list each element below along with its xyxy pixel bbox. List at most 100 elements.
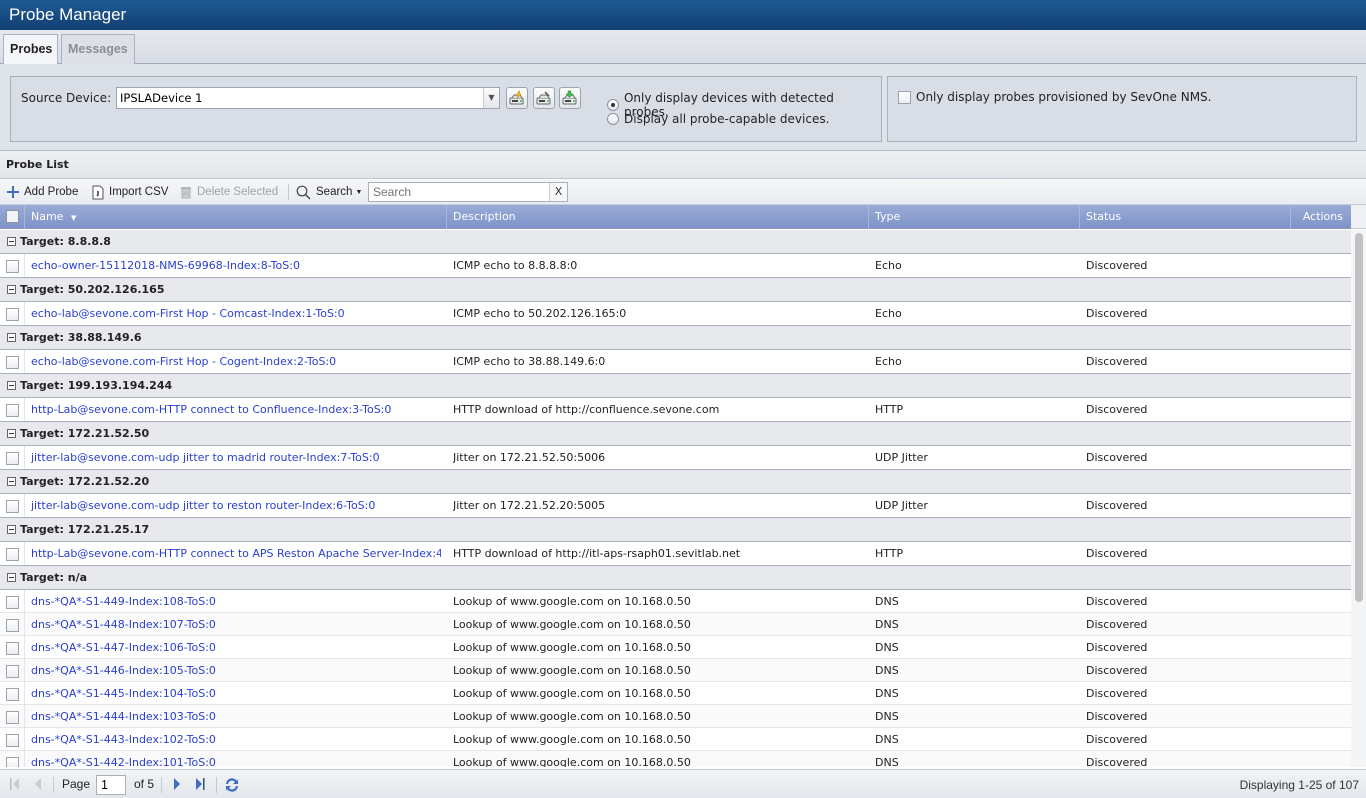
collapse-icon[interactable] — [7, 429, 16, 438]
first-page-icon[interactable] — [9, 777, 21, 791]
import-csv-button[interactable]: Import CSV — [92, 183, 168, 201]
collapse-icon[interactable] — [7, 237, 16, 246]
table-row[interactable]: echo-lab@sevone.com-First Hop - Cogent-I… — [0, 350, 1351, 374]
table-row[interactable]: dns-*QA*-S1-443-Index:102-ToS:0 Lookup of… — [0, 728, 1351, 751]
group-row[interactable]: Target: 38.88.149.6 — [0, 326, 1351, 350]
row-checkbox[interactable] — [6, 665, 19, 678]
group-row[interactable]: Target: 199.193.194.244 — [0, 374, 1351, 398]
probe-status: Discovered — [1086, 733, 1148, 746]
table-row[interactable]: http-Lab@sevone.com-HTTP connect to APS … — [0, 542, 1351, 566]
collapse-icon[interactable] — [7, 573, 16, 582]
column-header-type[interactable]: Type — [869, 205, 1080, 229]
collapse-icon[interactable] — [7, 285, 16, 294]
row-checkbox[interactable] — [6, 452, 19, 465]
search-input[interactable] — [369, 183, 549, 201]
chevron-down-icon[interactable]: ▼ — [483, 88, 499, 108]
row-checkbox[interactable] — [6, 404, 19, 417]
clear-search-button[interactable]: X — [549, 183, 567, 201]
row-checkbox[interactable] — [6, 548, 19, 561]
page-label: Page — [62, 777, 91, 791]
group-row[interactable]: Target: 8.8.8.8 — [0, 230, 1351, 254]
collapse-icon[interactable] — [7, 381, 16, 390]
probe-type: DNS — [875, 687, 899, 700]
probe-name-link[interactable]: echo-lab@sevone.com-First Hop - Cogent-I… — [31, 350, 441, 373]
table-row[interactable]: jitter-lab@sevone.com-udp jitter to madr… — [0, 446, 1351, 470]
probe-name-link[interactable]: http-Lab@sevone.com-HTTP connect to APS … — [31, 542, 441, 565]
row-checkbox[interactable] — [6, 619, 19, 632]
column-header-status[interactable]: Status — [1080, 205, 1291, 229]
probe-name-link[interactable]: dns-*QA*-S1-449-Index:108-ToS:0 — [31, 590, 441, 613]
search-menu-button[interactable]: Search ▼ — [296, 183, 362, 201]
row-checkbox[interactable] — [6, 596, 19, 609]
collapse-icon[interactable] — [7, 525, 16, 534]
column-header-actions[interactable]: Actions — [1291, 205, 1351, 229]
select-all-checkbox[interactable] — [6, 210, 19, 223]
row-checkbox[interactable] — [6, 260, 19, 273]
last-page-icon[interactable] — [194, 777, 206, 791]
probe-name-link[interactable]: dns-*QA*-S1-443-Index:102-ToS:0 — [31, 728, 441, 751]
probe-name-link[interactable]: dns-*QA*-S1-448-Index:107-ToS:0 — [31, 613, 441, 636]
scrollbar-thumb[interactable] — [1355, 233, 1363, 602]
row-checkbox[interactable] — [6, 734, 19, 747]
probe-type: DNS — [875, 710, 899, 723]
table-row[interactable]: dns-*QA*-S1-448-Index:107-ToS:0 Lookup of… — [0, 613, 1351, 636]
column-header-name[interactable]: Name ▼ — [25, 205, 447, 229]
file-import-icon — [92, 185, 104, 200]
table-row[interactable]: dns-*QA*-S1-446-Index:105-ToS:0 Lookup of… — [0, 659, 1351, 682]
table-row[interactable]: echo-lab@sevone.com-First Hop - Comcast-… — [0, 302, 1351, 326]
radio-button[interactable] — [607, 113, 619, 125]
provisioned-checkbox-row[interactable]: Only display probes provisioned by SevOn… — [898, 90, 1211, 104]
probe-name-link[interactable]: dns-*QA*-S1-447-Index:106-ToS:0 — [31, 636, 441, 659]
column-header-description[interactable]: Description — [447, 205, 869, 229]
row-checkbox[interactable] — [6, 688, 19, 701]
next-page-icon[interactable] — [172, 777, 182, 791]
tab-messages[interactable]: Messages — [61, 34, 135, 64]
discover-device-button[interactable] — [506, 87, 528, 109]
probe-name-link[interactable]: jitter-lab@sevone.com-udp jitter to madr… — [31, 446, 441, 469]
row-checkbox[interactable] — [6, 356, 19, 369]
group-row[interactable]: Target: 50.202.126.165 — [0, 278, 1351, 302]
probe-name-link[interactable]: dns-*QA*-S1-444-Index:103-ToS:0 — [31, 705, 441, 728]
row-checkbox[interactable] — [6, 500, 19, 513]
probe-name-link[interactable]: dns-*QA*-S1-445-Index:104-ToS:0 — [31, 682, 441, 705]
previous-page-icon[interactable] — [33, 777, 43, 791]
table-row[interactable]: dns-*QA*-S1-447-Index:106-ToS:0 Lookup of… — [0, 636, 1351, 659]
group-row[interactable]: Target: n/a — [0, 566, 1351, 590]
collapse-icon[interactable] — [7, 333, 16, 342]
row-checkbox[interactable] — [6, 642, 19, 655]
table-row[interactable]: dns-*QA*-S1-444-Index:103-ToS:0 Lookup of… — [0, 705, 1351, 728]
collapse-icon[interactable] — [7, 477, 16, 486]
probe-description: Lookup of www.google.com on 10.168.0.50 — [453, 641, 691, 654]
probe-name-link[interactable]: jitter-lab@sevone.com-udp jitter to rest… — [31, 494, 441, 517]
refresh-icon[interactable] — [224, 777, 240, 793]
probe-name-link[interactable]: dns-*QA*-S1-442-Index:101-ToS:0 — [31, 751, 441, 767]
vertical-scrollbar[interactable] — [1351, 230, 1366, 767]
table-row[interactable]: dns-*QA*-S1-442-Index:101-ToS:0 Lookup of… — [0, 751, 1351, 767]
source-device-input[interactable] — [117, 88, 483, 108]
table-row[interactable]: dns-*QA*-S1-449-Index:108-ToS:0 Lookup of… — [0, 590, 1351, 613]
table-row[interactable]: echo-owner-15112018-NMS-69968-Index:8-To… — [0, 254, 1351, 278]
group-row[interactable]: Target: 172.21.25.17 — [0, 518, 1351, 542]
add-probe-button[interactable]: Add Probe — [7, 183, 78, 201]
group-row[interactable]: Target: 172.21.52.50 — [0, 422, 1351, 446]
row-checkbox[interactable] — [6, 757, 19, 767]
probe-name-link[interactable]: http-Lab@sevone.com-HTTP connect to Conf… — [31, 398, 441, 421]
probe-name-link[interactable]: dns-*QA*-S1-446-Index:105-ToS:0 — [31, 659, 441, 682]
table-row[interactable]: http-Lab@sevone.com-HTTP connect to Conf… — [0, 398, 1351, 422]
edit-device-button[interactable] — [533, 87, 555, 109]
radio-all-devices[interactable]: Display all probe-capable devices. — [607, 112, 829, 126]
group-row[interactable]: Target: 172.21.52.20 — [0, 470, 1351, 494]
probe-name-link[interactable]: echo-owner-15112018-NMS-69968-Index:8-To… — [31, 254, 441, 277]
source-device-combo[interactable]: ▼ — [116, 87, 500, 109]
probe-name-link[interactable]: echo-lab@sevone.com-First Hop - Comcast-… — [31, 302, 441, 325]
provisioned-checkbox[interactable] — [898, 90, 911, 104]
row-checkbox[interactable] — [6, 711, 19, 724]
table-row[interactable]: jitter-lab@sevone.com-udp jitter to rest… — [0, 494, 1351, 518]
download-device-button[interactable] — [559, 87, 581, 109]
radio-button[interactable] — [607, 99, 619, 111]
delete-selected-button[interactable]: Delete Selected — [180, 183, 278, 201]
tab-probes[interactable]: Probes — [3, 34, 58, 65]
table-row[interactable]: dns-*QA*-S1-445-Index:104-ToS:0 Lookup of… — [0, 682, 1351, 705]
page-number-input[interactable] — [97, 776, 125, 794]
row-checkbox[interactable] — [6, 308, 19, 321]
